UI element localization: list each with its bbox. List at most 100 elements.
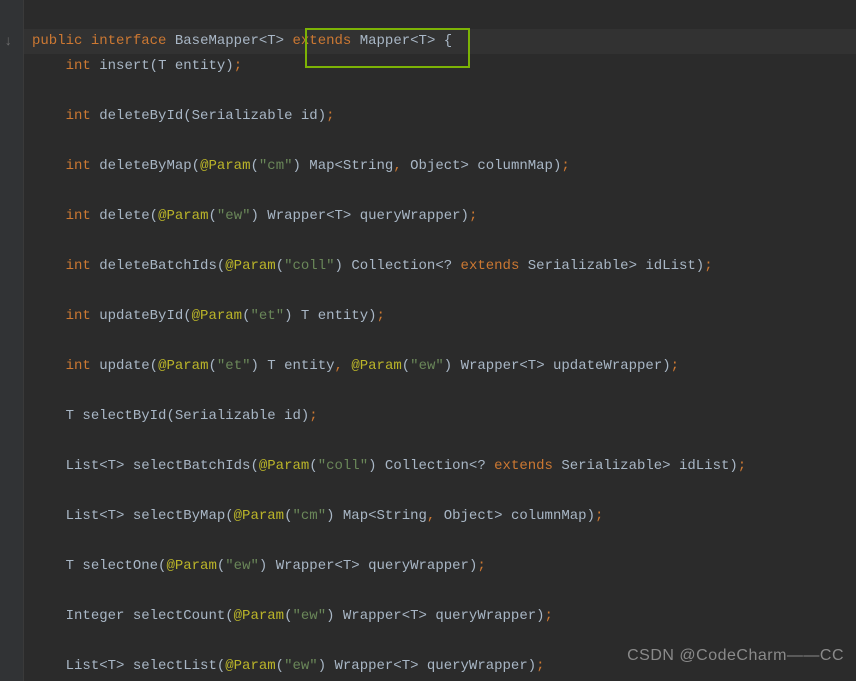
param: T entity xyxy=(259,358,335,374)
annotation-param: @Param xyxy=(259,458,309,474)
param: Serializable id xyxy=(192,108,318,124)
param: Wrapper<T> queryWrapper xyxy=(259,208,461,224)
annotation-param: @Param xyxy=(351,358,401,374)
string-literal: "ew" xyxy=(225,558,259,574)
code-line xyxy=(24,579,856,604)
code-line xyxy=(24,179,856,204)
semicolon: ; xyxy=(309,408,317,424)
code-line xyxy=(24,329,856,354)
method-selectlist: selectList xyxy=(133,658,217,674)
semicolon: ; xyxy=(561,158,569,174)
annotation-param: @Param xyxy=(234,508,284,524)
annotation-param: @Param xyxy=(158,208,208,224)
annotation-param: @Param xyxy=(166,558,216,574)
code-line xyxy=(24,129,856,154)
method-deletebyid: deleteById xyxy=(99,108,183,124)
type-list-t: List<T> xyxy=(66,658,133,674)
method-updatebyid: updateById xyxy=(99,308,183,324)
annotation-param: @Param xyxy=(200,158,250,174)
brace-open: { xyxy=(444,33,452,49)
code-line xyxy=(24,429,856,454)
code-line: List<T> selectByMap(@Param("cm") Map<Str… xyxy=(24,504,856,529)
keyword-extends: extends xyxy=(494,458,553,474)
code-line xyxy=(24,379,856,404)
code-line xyxy=(24,279,856,304)
type-list-t: List<T> xyxy=(66,458,133,474)
generic-t: <T> xyxy=(259,33,284,49)
annotation-param: @Param xyxy=(158,358,208,374)
classname-mapper: Mapper xyxy=(360,33,410,49)
type-list-t: List<T> xyxy=(66,508,133,524)
string-literal: "ew" xyxy=(217,208,251,224)
param: Wrapper<T> queryWrapper xyxy=(267,558,469,574)
param: Wrapper<T> queryWrapper xyxy=(326,658,528,674)
keyword-int: int xyxy=(66,258,91,274)
code-line: public interface BaseMapper<T> extends M… xyxy=(24,29,856,54)
keyword-int: int xyxy=(66,358,91,374)
code-line: int update(@Param("et") T entity, @Param… xyxy=(24,354,856,379)
code-line xyxy=(24,529,856,554)
method-delete: delete xyxy=(99,208,149,224)
semicolon: ; xyxy=(738,458,746,474)
method-selectcount: selectCount xyxy=(133,608,225,624)
code-line: int insert(T entity); xyxy=(24,54,856,79)
comma: , xyxy=(335,358,343,374)
method-deletebatchids: deleteBatchIds xyxy=(99,258,217,274)
method-update: update xyxy=(99,358,149,374)
method-deletebymap: deleteByMap xyxy=(99,158,191,174)
string-literal: "ew" xyxy=(410,358,444,374)
comma: , xyxy=(393,158,401,174)
generic-t: <T> xyxy=(410,33,435,49)
method-selectone: selectOne xyxy=(82,558,158,574)
keyword-extends: extends xyxy=(461,258,520,274)
semicolon: ; xyxy=(469,208,477,224)
string-literal: "coll" xyxy=(318,458,368,474)
keyword-int: int xyxy=(66,58,91,74)
semicolon: ; xyxy=(671,358,679,374)
param: Object> columnMap xyxy=(435,508,586,524)
string-literal: "cm" xyxy=(292,508,326,524)
gutter-arrow-icon: ↓ xyxy=(4,34,12,50)
annotation-param: @Param xyxy=(192,308,242,324)
annotation-param: @Param xyxy=(225,658,275,674)
param: Wrapper<T> queryWrapper xyxy=(335,608,537,624)
keyword-int: int xyxy=(66,108,91,124)
param: T entity xyxy=(158,58,225,74)
semicolon: ; xyxy=(234,58,242,74)
param: Map<String xyxy=(335,508,427,524)
code-line: int deleteBatchIds(@Param("coll") Collec… xyxy=(24,254,856,279)
string-literal: "ew" xyxy=(292,608,326,624)
code-line xyxy=(24,479,856,504)
code-line: List<T> selectBatchIds(@Param("coll") Co… xyxy=(24,454,856,479)
string-literal: "cm" xyxy=(259,158,293,174)
code-line: Integer selectCount(@Param("ew") Wrapper… xyxy=(24,604,856,629)
keyword-interface: interface xyxy=(91,33,167,49)
method-selectbymap: selectByMap xyxy=(133,508,225,524)
semicolon: ; xyxy=(545,608,553,624)
method-insert: insert xyxy=(99,58,149,74)
param: T entity xyxy=(293,308,369,324)
keyword-extends: extends xyxy=(293,33,352,49)
keyword-int: int xyxy=(66,208,91,224)
code-line: int deleteById(Serializable id); xyxy=(24,104,856,129)
semicolon: ; xyxy=(477,558,485,574)
code-line xyxy=(24,229,856,254)
type-t: T xyxy=(66,558,83,574)
string-literal: "ew" xyxy=(284,658,318,674)
string-literal: "et" xyxy=(217,358,251,374)
code-editor[interactable]: public interface BaseMapper<T> extends M… xyxy=(24,0,856,681)
param: Map<String xyxy=(301,158,393,174)
code-line xyxy=(24,79,856,104)
keyword-int: int xyxy=(66,308,91,324)
method-selectbyid: selectById xyxy=(82,408,166,424)
param: Serializable id xyxy=(175,408,301,424)
string-literal: "coll" xyxy=(284,258,334,274)
watermark-text: CSDN @CodeCharm——CC xyxy=(627,647,844,665)
annotation-param: @Param xyxy=(234,608,284,624)
semicolon: ; xyxy=(377,308,385,324)
semicolon: ; xyxy=(536,658,544,674)
keyword-int: int xyxy=(66,158,91,174)
code-line: int deleteByMap(@Param("cm") Map<String,… xyxy=(24,154,856,179)
param: Serializable> idList xyxy=(519,258,695,274)
editor-gutter: ↓ xyxy=(0,0,24,681)
